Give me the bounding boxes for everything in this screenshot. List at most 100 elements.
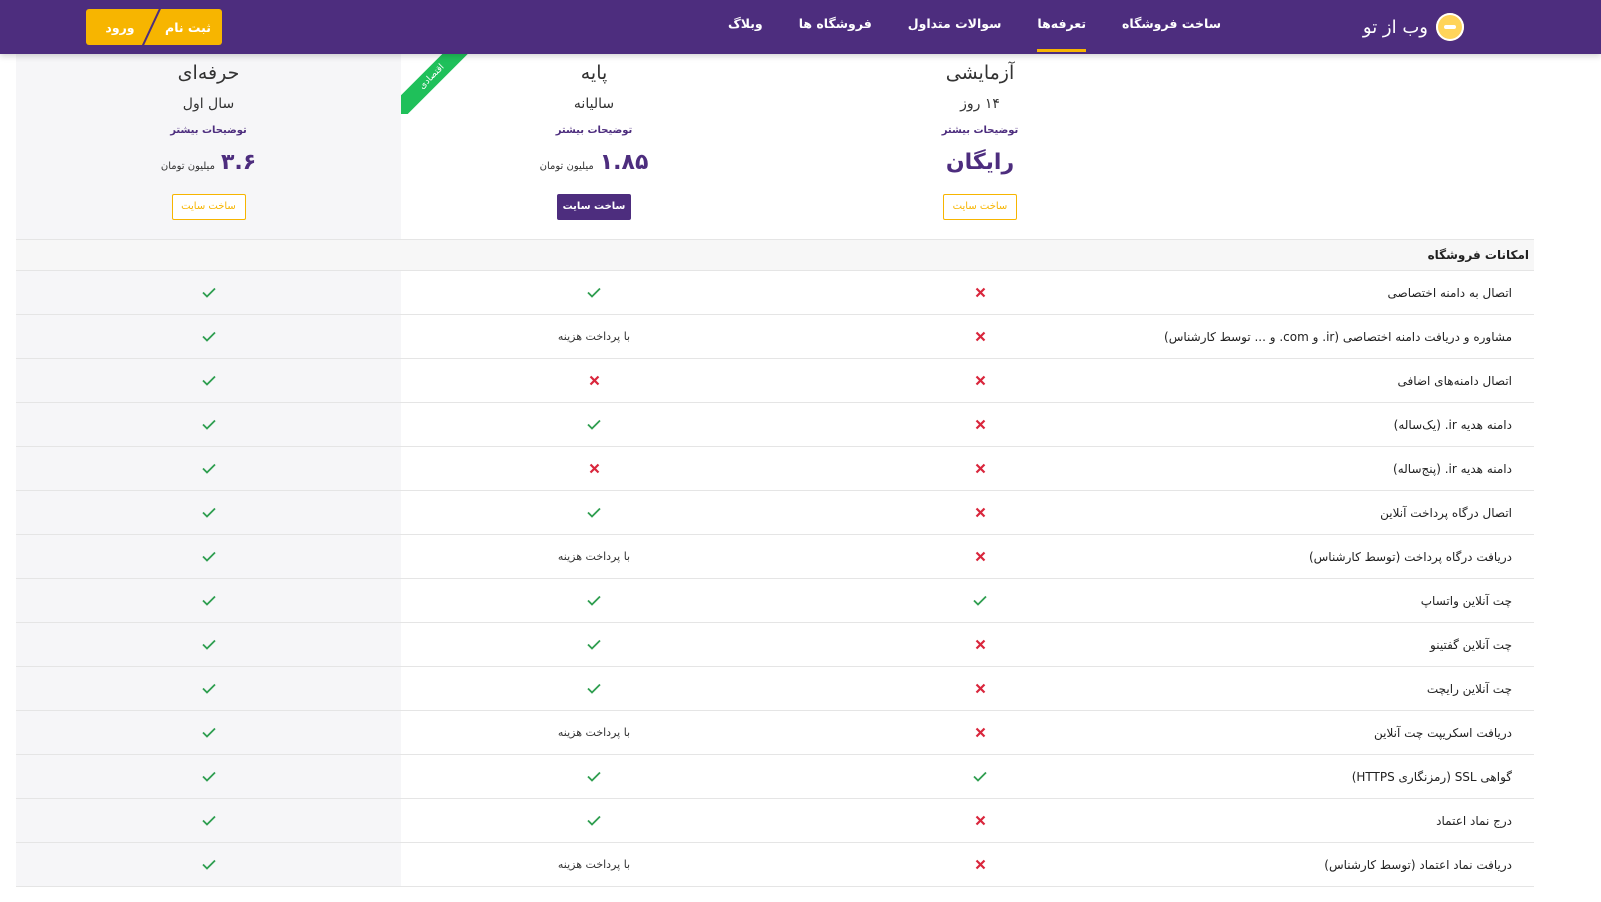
trial-cell xyxy=(787,579,1173,622)
ribbon-container: اقتصادی xyxy=(401,54,471,114)
price-free: رایگان xyxy=(945,150,1015,175)
pro-cell xyxy=(16,755,401,798)
basic-paid-text: با پرداخت هزینه xyxy=(557,858,631,871)
table-row: دریافت درگاه پرداخت (توسط کارشناس) با پرد… xyxy=(16,535,1534,579)
feature-label: درج نماد اعتماد xyxy=(1436,813,1512,828)
pro-cell xyxy=(16,623,401,666)
cross-icon xyxy=(975,859,986,870)
trial-cell xyxy=(787,271,1173,314)
plan-trial: آزمایشی ۱۴ روز توضیحات بیشتر رایگان ساخت… xyxy=(787,54,1173,244)
check-icon xyxy=(973,595,987,606)
plan-period: ۱۴ روز xyxy=(960,96,1000,112)
check-icon xyxy=(587,595,601,606)
table-row: اتصال درگاه پرداخت آنلاین xyxy=(16,491,1534,535)
features-table: امکانات فروشگاه اتصال به دامنه اختصاصی مش… xyxy=(16,239,1534,887)
check-icon xyxy=(201,463,216,474)
auth-box: ورود ثبت نام xyxy=(86,9,222,45)
section-title: امکانات فروشگاه xyxy=(1427,248,1529,262)
build-site-button-trial[interactable]: ساخت سایت xyxy=(943,194,1017,220)
table-row: دامنه هدیه ir. (یک‌ساله) xyxy=(16,403,1534,447)
nav-stores[interactable]: فروشگاه ها xyxy=(799,0,872,54)
pro-cell xyxy=(16,447,401,490)
check-icon xyxy=(201,859,216,870)
trial-cell xyxy=(787,711,1173,754)
trial-cell xyxy=(787,315,1173,358)
table-row: چت آنلاین گفتینو xyxy=(16,623,1534,667)
plan-more-link[interactable]: توضیحات بیشتر xyxy=(787,124,1173,138)
trial-cell xyxy=(787,799,1173,842)
build-site-button-basic[interactable]: ساخت سایت xyxy=(557,194,631,220)
check-icon xyxy=(201,507,216,518)
price-unit: میلیون تومان xyxy=(160,161,215,172)
pro-cell xyxy=(16,535,401,578)
feature-label: دامنه هدیه ir. (یک‌ساله) xyxy=(1393,417,1512,432)
check-icon xyxy=(587,507,601,518)
signup-button[interactable]: ثبت نام xyxy=(154,9,222,45)
check-icon xyxy=(201,815,216,826)
check-icon xyxy=(587,771,601,782)
table-row: اتصال به دامنه اختصاصی xyxy=(16,271,1534,315)
plan-price: ۱.۸۵ میلیون تومان xyxy=(401,150,787,178)
feature-rows: اتصال به دامنه اختصاصی مشاوره و دریافت دا… xyxy=(16,271,1534,887)
plan-price: ۳.۶ میلیون تومان xyxy=(16,150,401,178)
table-row: اتصال دامنه‌های اضافی xyxy=(16,359,1534,403)
brand-name: وب از تو xyxy=(1362,16,1428,38)
nav-build-store[interactable]: ساخت فروشگاه xyxy=(1122,0,1221,54)
cross-icon xyxy=(975,463,986,474)
feature-label: مشاوره و دریافت دامنه اختصاصی (ir. و com… xyxy=(1164,329,1512,344)
price-value: ۳.۶ xyxy=(220,150,257,175)
table-row: درج نماد اعتماد xyxy=(16,799,1534,843)
plan-name: آزمایشی xyxy=(945,62,1015,84)
economic-ribbon: اقتصادی xyxy=(401,54,471,114)
table-row: دریافت اسکریپت چت آنلاین با پرداخت هزینه xyxy=(16,711,1534,755)
check-icon xyxy=(587,419,601,430)
brand[interactable]: وب از تو xyxy=(1363,13,1464,41)
check-icon xyxy=(587,639,601,650)
feature-label: چت آنلاین رایچت xyxy=(1426,681,1512,696)
trial-cell xyxy=(787,843,1173,886)
trial-cell xyxy=(787,403,1173,446)
pro-cell xyxy=(16,799,401,842)
plan-more-link[interactable]: توضیحات بیشتر xyxy=(16,124,401,138)
check-icon xyxy=(201,375,216,386)
plan-period: سال اول xyxy=(182,96,235,112)
trial-cell xyxy=(787,667,1173,710)
pro-cell xyxy=(16,667,401,710)
basic-paid-text: با پرداخت هزینه xyxy=(557,550,631,563)
trial-cell xyxy=(787,623,1173,666)
cross-icon xyxy=(975,727,986,738)
plan-pro: حرفه‌ای سال اول توضیحات بیشتر ۳.۶ میلیون… xyxy=(16,54,401,244)
nav-pricing[interactable]: تعرفه‌ها xyxy=(1037,0,1086,54)
table-row: مشاوره و دریافت دامنه اختصاصی (ir. و com… xyxy=(16,315,1534,359)
plan-more-link[interactable]: توضیحات بیشتر xyxy=(401,124,787,138)
pro-cell xyxy=(16,579,401,622)
pro-cell xyxy=(16,271,401,314)
feature-label: چت آنلاین واتساپ xyxy=(1420,593,1512,608)
basic-paid-text: با پرداخت هزینه xyxy=(557,330,631,343)
basic-cell xyxy=(401,359,787,402)
check-icon xyxy=(973,771,987,782)
table-row: چت آنلاین رایچت xyxy=(16,667,1534,711)
plans-header: حرفه‌ای سال اول توضیحات بیشتر ۳.۶ میلیون… xyxy=(0,54,1601,244)
check-icon xyxy=(201,727,216,738)
check-icon xyxy=(201,287,216,298)
check-icon xyxy=(201,595,216,606)
basic-cell xyxy=(401,491,787,534)
pro-cell xyxy=(16,359,401,402)
nav-blog[interactable]: وبلاگ xyxy=(728,0,763,54)
check-icon xyxy=(587,683,601,694)
section-header: امکانات فروشگاه xyxy=(16,239,1534,271)
check-icon xyxy=(201,771,216,782)
nav-faq[interactable]: سوالات متداول xyxy=(908,0,1002,54)
top-navbar: وب از تو ساخت فروشگاه تعرفه‌ها سوالات مت… xyxy=(0,0,1601,54)
basic-cell xyxy=(401,799,787,842)
cross-icon xyxy=(589,375,600,386)
plan-name: حرفه‌ای xyxy=(177,62,240,84)
build-site-button-pro[interactable]: ساخت سایت xyxy=(171,194,246,220)
cross-icon xyxy=(589,463,600,474)
check-icon xyxy=(201,683,216,694)
table-row: دامنه هدیه ir. (پنج‌ساله) xyxy=(16,447,1534,491)
cross-icon xyxy=(975,375,986,386)
basic-cell xyxy=(401,447,787,490)
trial-cell xyxy=(787,491,1173,534)
